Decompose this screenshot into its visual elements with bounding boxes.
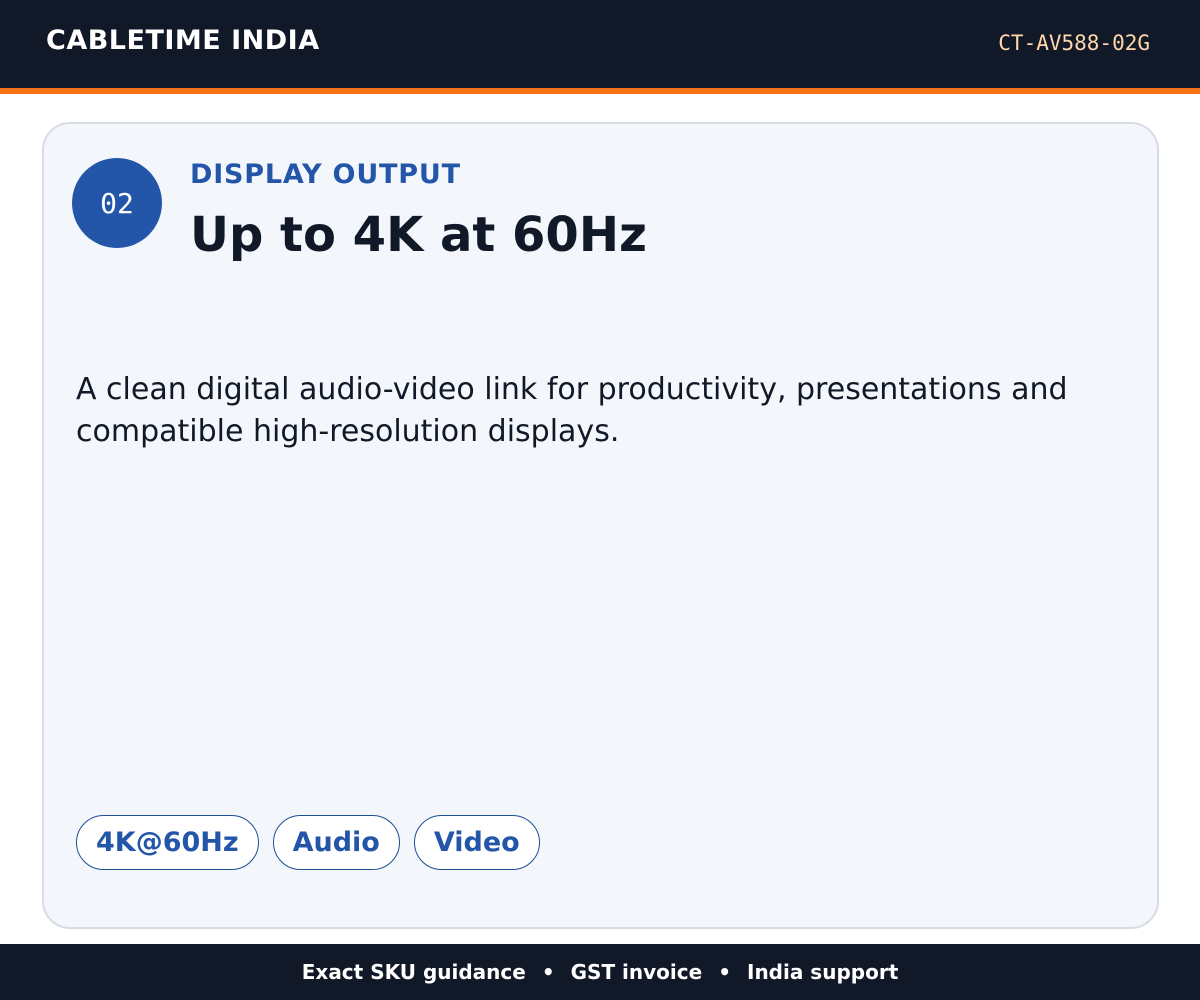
tag-video: Video — [413, 815, 540, 870]
sku-code: CT-AV588-02G — [998, 31, 1150, 55]
step-number-badge: 02 — [72, 158, 162, 248]
feature-card: 02 DISPLAY OUTPUT Up to 4K at 60Hz A cle… — [42, 122, 1159, 929]
footer-separator: • — [718, 960, 731, 984]
accent-divider — [0, 88, 1200, 94]
brand-name: CABLETIME INDIA — [46, 25, 320, 56]
footer-separator: • — [541, 960, 555, 984]
top-bar: CABLETIME INDIA CT-AV588-02G — [0, 0, 1200, 88]
feature-category: DISPLAY OUTPUT — [190, 159, 461, 190]
tag-4k60hz: 4K@60Hz — [76, 815, 259, 870]
tag-audio: Audio — [272, 815, 400, 870]
footer-item-sku-guidance: Exact SKU guidance — [301, 960, 526, 984]
footer-bar: Exact SKU guidance • GST invoice • India… — [0, 944, 1200, 1000]
feature-tags: 4K@60Hz Audio Video — [76, 815, 540, 870]
footer-item-india-support: India support — [747, 960, 899, 984]
feature-description: A clean digital audio-video link for pro… — [76, 372, 1068, 449]
footer-item-gst-invoice: GST invoice — [570, 960, 703, 984]
feature-headline: Up to 4K at 60Hz — [190, 207, 647, 263]
